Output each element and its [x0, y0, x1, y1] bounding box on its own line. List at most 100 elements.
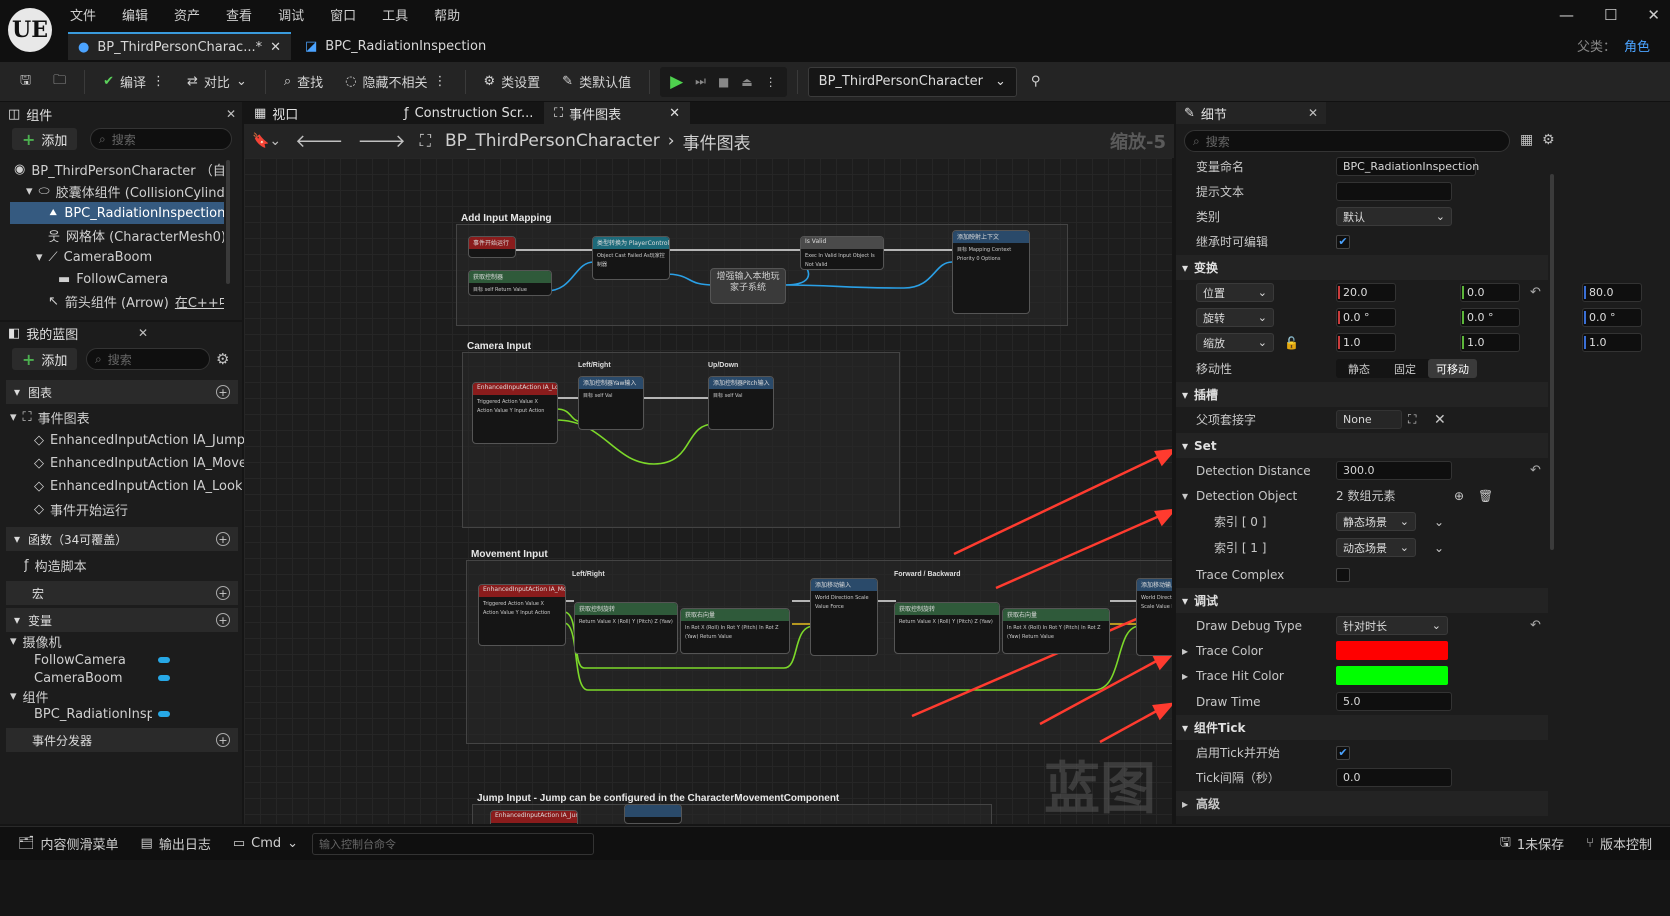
unreal-logo-icon[interactable]: UE: [8, 8, 52, 52]
chevron-down-icon[interactable]: ⌄: [1434, 515, 1444, 529]
menu-item-window[interactable]: 窗口: [330, 5, 356, 24]
variables-section[interactable]: ▾ 变量 +: [6, 608, 238, 632]
variable-item[interactable]: CameraBoom: [34, 669, 170, 687]
draw-time-input[interactable]: 5.0: [1336, 692, 1452, 711]
graph-node[interactable]: 获取右向量 In Rot X (Roll) In Rot Y (Pitch) In…: [1002, 608, 1110, 654]
bookmark-icon[interactable]: 🔖⌄: [252, 133, 281, 149]
mobility-movable[interactable]: 可移动: [1428, 359, 1477, 378]
graph-node[interactable]: [624, 804, 682, 824]
more-icon[interactable]: ⋮: [434, 74, 447, 89]
components-search-input[interactable]: ⌕ 搜索: [90, 128, 232, 150]
graph-node[interactable]: 获取控制旋转 Return Value X (Roll) Y (Pitch) Z …: [574, 602, 678, 654]
variable-item[interactable]: FollowCamera: [34, 651, 170, 669]
graph-node[interactable]: 事件开始运行: [468, 236, 516, 258]
tree-item-root[interactable]: ◉ BP_ThirdPersonCharacter （自我）: [10, 158, 224, 180]
menu-item-edit[interactable]: 编辑: [122, 5, 148, 24]
stop-icon[interactable]: ■: [718, 75, 729, 89]
functions-section[interactable]: ▾ 函数（34可覆盖） +: [6, 527, 238, 551]
trace-color-swatch[interactable]: [1336, 641, 1448, 660]
location-mode-select[interactable]: 位置 ⌄: [1196, 283, 1274, 302]
graph-canvas[interactable]: Add Input Mapping Camera Input Movement …: [244, 158, 1172, 824]
advanced-section[interactable]: ▸ 高级: [1176, 791, 1548, 816]
graph-node[interactable]: 添加控制器Yaw输入 目标 self Val: [578, 376, 644, 430]
detection-distance-input[interactable]: 300.0: [1336, 461, 1452, 480]
tooltip-input[interactable]: [1336, 182, 1452, 201]
step-icon[interactable]: ⏭: [695, 74, 706, 89]
location-x-input[interactable]: 20.0: [1336, 283, 1396, 302]
rotation-x-input[interactable]: 0.0 °: [1336, 308, 1396, 327]
menu-item-debug[interactable]: 调试: [278, 5, 304, 24]
set-section[interactable]: ▾ Set: [1176, 433, 1548, 458]
component-tick-section[interactable]: ▾ 组件Tick: [1176, 715, 1548, 740]
var-group-components[interactable]: ▾ 组件: [10, 687, 49, 706]
table-view-icon[interactable]: ▦: [1520, 132, 1533, 148]
scale-mode-select[interactable]: 缩放 ⌄: [1196, 333, 1274, 352]
tree-item-arrow[interactable]: ↖ 箭头组件 (Arrow) 在C++中编: [10, 290, 224, 312]
output-log-button[interactable]: ▤ 输出日志: [133, 830, 219, 858]
minimize-icon[interactable]: —: [1559, 6, 1574, 24]
menu-item-tools[interactable]: 工具: [382, 5, 408, 24]
event-item-jump[interactable]: ◇ EnhancedInputAction IA_Jump: [34, 429, 245, 451]
graph-node[interactable]: 添加映射上下文 目标 Mapping Context Priority 0 Opt…: [952, 230, 1030, 314]
mobility-stationary[interactable]: 固定: [1382, 361, 1428, 377]
details-search-input[interactable]: ⌕ 搜索: [1184, 130, 1510, 152]
add-variable-icon[interactable]: +: [216, 613, 230, 627]
scale-x-input[interactable]: 1.0: [1336, 333, 1396, 352]
reset-icon[interactable]: ↶: [1530, 618, 1541, 633]
content-drawer-button[interactable]: 🗂 内容侧滑菜单: [10, 830, 127, 858]
menu-item-view[interactable]: 查看: [226, 5, 252, 24]
parent-class-link[interactable]: 角色: [1624, 40, 1650, 55]
chevron-down-icon[interactable]: ⌄: [1434, 541, 1444, 555]
parent-socket-input[interactable]: None: [1336, 410, 1402, 429]
tab-construction-script[interactable]: ƒ Construction Scr...: [394, 102, 544, 124]
graph-node[interactable]: 类型转换为 PlayerController Object Cast Failed…: [592, 236, 670, 280]
tab-viewport[interactable]: ▦ 视口: [244, 102, 394, 124]
close-icon[interactable]: ✕: [669, 106, 680, 121]
graph-node[interactable]: 获取控制旋转 Return Value X (Roll) Y (Pitch) Z …: [894, 602, 1000, 654]
event-dispatchers-section[interactable]: 事件分发器 +: [6, 728, 238, 752]
play-icon[interactable]: ▶: [670, 72, 683, 92]
add-macro-icon[interactable]: +: [216, 586, 230, 600]
doc-tab-character[interactable]: ● BP_ThirdPersonCharac...* ✕: [68, 32, 291, 60]
reset-icon[interactable]: ↶: [1530, 285, 1541, 300]
close-icon[interactable]: ✕: [226, 107, 236, 121]
debug-object-select[interactable]: BP_ThirdPersonCharacter ⌄: [807, 66, 1017, 97]
event-item-beginplay[interactable]: ◇ 事件开始运行: [34, 498, 128, 520]
components-tab[interactable]: ◫ 组件: [8, 103, 52, 125]
eject-icon[interactable]: ⏏: [741, 75, 752, 89]
scale-z-input[interactable]: 1.0: [1582, 333, 1642, 352]
more-icon[interactable]: ⋮: [152, 74, 165, 89]
tab-event-graph[interactable]: ⛶ 事件图表 ✕: [544, 102, 690, 124]
sockets-section[interactable]: ▾ 插槽: [1176, 382, 1548, 407]
graph-node[interactable]: 获取控制器 目标 self Return Value: [468, 270, 552, 296]
add-function-icon[interactable]: +: [216, 532, 230, 546]
add-graph-icon[interactable]: +: [216, 385, 230, 399]
index0-select[interactable]: 静态场景 ⌄: [1336, 512, 1416, 531]
graph-node[interactable]: 添加控制器Pitch输入 目标 self Val: [708, 376, 774, 430]
unsaved-button[interactable]: 🖫 1未保存: [1492, 830, 1572, 858]
chevron-right-icon[interactable]: ▸: [1182, 644, 1188, 658]
graph-node[interactable]: EnhancedInputAction IA_Jump: [490, 810, 578, 824]
tree-item-capsule[interactable]: ▾ ⬭ 胶囊体组件 (CollisionCylinder): [10, 180, 224, 202]
construction-script-item[interactable]: ƒ 构造脚本: [24, 554, 87, 576]
graphs-section[interactable]: ▾ 图表 +: [6, 380, 238, 404]
diff-button[interactable]: ⇄ 对比 ⌄: [179, 67, 255, 97]
scrollbar[interactable]: [1550, 174, 1554, 550]
tree-item-cameraboom[interactable]: ▾ ⟋ CameraBoom: [10, 246, 224, 268]
var-group-camera[interactable]: ▾ 摄像机: [10, 632, 62, 651]
debug-section[interactable]: ▾ 调试: [1176, 588, 1548, 613]
menu-item-help[interactable]: 帮助: [434, 5, 460, 24]
compile-button[interactable]: ✔ 编译 ⋮: [95, 67, 173, 97]
tick-start-checkbox[interactable]: ✔: [1336, 745, 1350, 760]
index1-select[interactable]: 动态场景 ⌄: [1336, 538, 1416, 557]
clear-icon[interactable]: ✕: [1434, 412, 1446, 428]
save-button[interactable]: 🖫: [12, 67, 39, 97]
close-icon[interactable]: ✕: [1308, 106, 1318, 120]
scrollbar[interactable]: [226, 160, 230, 284]
hide-unrelated-button[interactable]: ◌ 隐藏不相关 ⋮: [337, 67, 454, 97]
transform-section[interactable]: ▾ 变换: [1176, 255, 1548, 280]
more-icon[interactable]: ⋮: [765, 75, 777, 89]
tick-interval-input[interactable]: 0.0: [1336, 768, 1452, 787]
trace-complex-checkbox[interactable]: [1336, 567, 1350, 582]
mobility-static[interactable]: 静态: [1336, 361, 1382, 377]
